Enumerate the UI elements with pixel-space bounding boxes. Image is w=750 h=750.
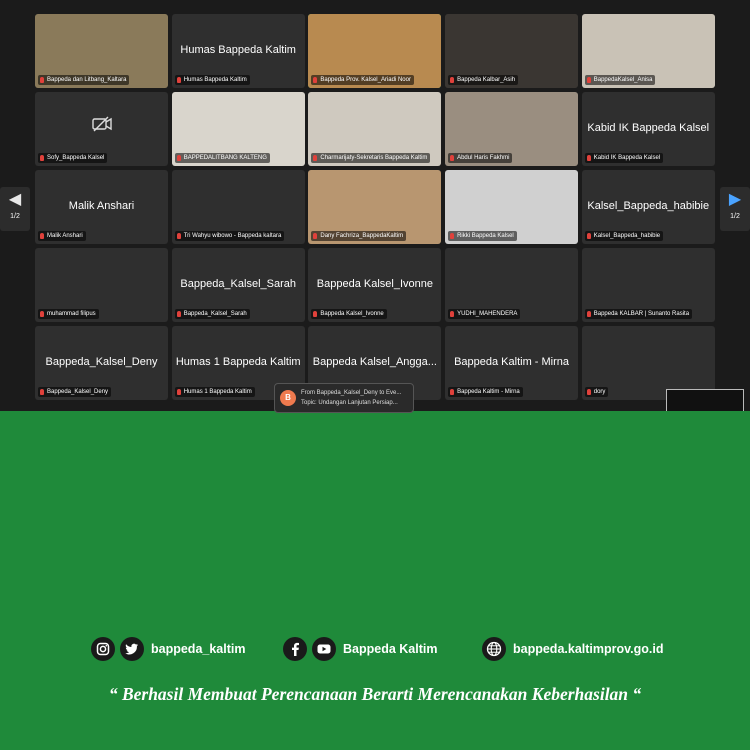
- instagram-twitter-link[interactable]: bappeda_kaltim: [91, 636, 245, 662]
- tagline: “ Berhasil Membuat Perencanaan Berarti M…: [108, 684, 642, 704]
- instagram-icon: [91, 637, 115, 661]
- participant-tile[interactable]: Bappeda Kalsel_Ivonne Bappeda Kalsel_Ivon…: [308, 248, 442, 322]
- participant-tile[interactable]: Bappeda_Kalsel_Deny Bappeda_Kalsel_Deny: [35, 326, 168, 400]
- social-handle: bappeda_kaltim: [151, 642, 246, 656]
- chat-from: From Bappeda_Kalsel_Deny to Eve...: [301, 390, 402, 396]
- youtube-icon: [312, 637, 336, 661]
- participant-display-name: Humas 1 Bappeda Kaltim: [175, 355, 301, 368]
- previous-page-button[interactable]: ◀ 1/2: [0, 187, 30, 231]
- participant-display-name: Bappeda Kalsel_Angga...: [312, 355, 437, 368]
- participant-name-label: Bappeda Kalsel_Ivonne: [311, 309, 387, 319]
- participant-name-label: Abdul Haris Fakhmi: [448, 153, 513, 163]
- participant-tile[interactable]: Bappeda KALBAR | Sunanto Rasita: [581, 248, 715, 322]
- participant-name-label: YUDHI_MAHENDERA: [448, 309, 521, 319]
- participant-name-label: Bappeda Prov. Kalsel_Ariadi Noor: [311, 75, 414, 85]
- website-link[interactable]: bappeda.kaltimprov.go.id: [482, 636, 663, 662]
- participant-name-label: Bappeda Kaltim - Mirna: [448, 387, 523, 397]
- page-indicator: 1/2: [10, 213, 20, 220]
- participant-tile[interactable]: Malik Anshari Malik Anshari: [35, 170, 168, 244]
- social-name: Bappeda Kaltim: [343, 642, 438, 656]
- participant-tile[interactable]: Bappeda Kalbar_Asih: [445, 14, 579, 88]
- participant-display-name: Bappeda_Kalsel_Deny: [45, 355, 158, 368]
- participant-display-name: Malik Anshari: [68, 199, 135, 212]
- participant-tile[interactable]: BappedaKalsel_Anisa: [581, 14, 715, 88]
- participant-tile[interactable]: Bappeda Prov. Kalsel_Ariadi Noor: [308, 14, 442, 88]
- participant-name-label: Bappeda_Kalsel_Deny: [38, 387, 112, 397]
- participant-tile[interactable]: Kabid IK Bappeda Kalsel Kabid IK Bappeda …: [581, 92, 715, 166]
- participant-name-label: Bappeda dan Litbang_Kaltara: [38, 75, 130, 85]
- participant-tile[interactable]: Bappeda_Kalsel_Sarah Bappeda_Kalsel_Sarah: [171, 248, 305, 322]
- participant-name-label: BAPPEDALITBANG KALTENG: [174, 153, 270, 163]
- participant-tile[interactable]: Kalsel_Bappeda_habibie Kalsel_Bappeda_hab…: [581, 170, 715, 244]
- participant-tile[interactable]: BAPPEDALITBANG KALTENG: [171, 92, 305, 166]
- participant-display-name: Bappeda Kalsel_Ivonne: [316, 277, 433, 290]
- participant-name-label: Humas 1 Bappeda Kaltim: [174, 387, 255, 397]
- participant-gallery: Bappeda dan Litbang_Kaltara Humas Bappeda…: [35, 14, 715, 404]
- participant-tile[interactable]: Bappeda dan Litbang_Kaltara: [35, 14, 168, 88]
- participant-name-label: Charmarijaty-Sekretaris Bappeda Kaltim: [311, 153, 431, 163]
- chat-sender-avatar: B: [280, 390, 296, 406]
- participant-display-name: Kabid IK Bappeda Kalsel: [587, 121, 710, 134]
- participant-display-name: Humas Bappeda Kaltim: [180, 43, 296, 56]
- participant-display-name: Bappeda Kaltim - Mirna: [454, 355, 570, 368]
- participant-name-label: Kalsel_Bappeda_habibie: [584, 231, 664, 241]
- chat-topic: Topic: Undangan Lanjutan Persiap...: [301, 400, 398, 406]
- social-links: bappeda_kaltim Bappeda Kaltim bappeda.ka…: [0, 636, 750, 662]
- facebook-youtube-link[interactable]: Bappeda Kaltim: [283, 636, 437, 662]
- next-page-button[interactable]: ▶ 1/2: [720, 187, 750, 231]
- participant-tile[interactable]: muhammad filipus: [35, 248, 168, 322]
- participant-tile[interactable]: Dany Fachriza_BappedaKaltim: [308, 170, 442, 244]
- participant-tile[interactable]: Sofy_Bappeda Kalsel: [35, 92, 168, 166]
- participant-name-label: Bappeda KALBAR | Sunanto Rasita: [584, 309, 693, 319]
- participant-tile[interactable]: Bappeda Kaltim - Mirna Bappeda Kaltim - M…: [445, 326, 579, 400]
- self-view-thumbnail[interactable]: [666, 389, 744, 411]
- participant-name-label: Rikki Bappeda Kalsel: [448, 231, 517, 241]
- participant-name-label: Sofy_Bappeda Kalsel: [38, 153, 108, 163]
- participant-tile[interactable]: Rikki Bappeda Kalsel: [445, 170, 579, 244]
- participant-name-label: Dany Fachriza_BappedaKaltim: [311, 231, 407, 241]
- chevron-right-icon: ▶: [728, 191, 742, 208]
- meeting-window: ◀ 1/2 ▶ 1/2 Bappeda dan Litbang_Kaltara H…: [0, 0, 750, 413]
- twitter-icon: [120, 637, 144, 661]
- participant-tile[interactable]: Abdul Haris Fakhmi: [445, 92, 579, 166]
- participant-tile[interactable]: Charmarijaty-Sekretaris Bappeda Kaltim: [308, 92, 442, 166]
- participant-name-label: Bappeda Kalbar_Asih: [448, 75, 519, 85]
- globe-icon: [482, 637, 506, 661]
- chat-notification[interactable]: B From Bappeda_Kalsel_Deny to Eve... Top…: [274, 383, 414, 413]
- participant-name-label: dory: [584, 387, 609, 397]
- participant-name-label: Kabid IK Bappeda Kalsel: [584, 153, 664, 163]
- website-url: bappeda.kaltimprov.go.id: [513, 642, 664, 656]
- participant-name-label: Tri Wahyu wibowo - Bappeda kaltara: [174, 231, 285, 241]
- participant-tile[interactable]: YUDHI_MAHENDERA: [445, 248, 579, 322]
- participant-display-name: Kalsel_Bappeda_habibie: [587, 199, 710, 212]
- participant-name-label: muhammad filipus: [38, 309, 99, 319]
- chevron-left-icon: ◀: [8, 191, 22, 208]
- participant-name-label: Bappeda_Kalsel_Sarah: [174, 309, 250, 319]
- video-off-icon: [92, 116, 112, 137]
- participant-tile[interactable]: Tri Wahyu wibowo - Bappeda kaltara: [171, 170, 305, 244]
- participant-name-label: Humas Bappeda Kaltim: [174, 75, 250, 85]
- participant-name-label: BappedaKalsel_Anisa: [584, 75, 656, 85]
- participant-display-name: Bappeda_Kalsel_Sarah: [180, 277, 296, 290]
- page-indicator: 1/2: [730, 213, 740, 220]
- participant-name-label: Malik Anshari: [38, 231, 86, 241]
- participant-tile[interactable]: Humas Bappeda Kaltim Humas Bappeda Kaltim: [171, 14, 305, 88]
- facebook-icon: [283, 637, 307, 661]
